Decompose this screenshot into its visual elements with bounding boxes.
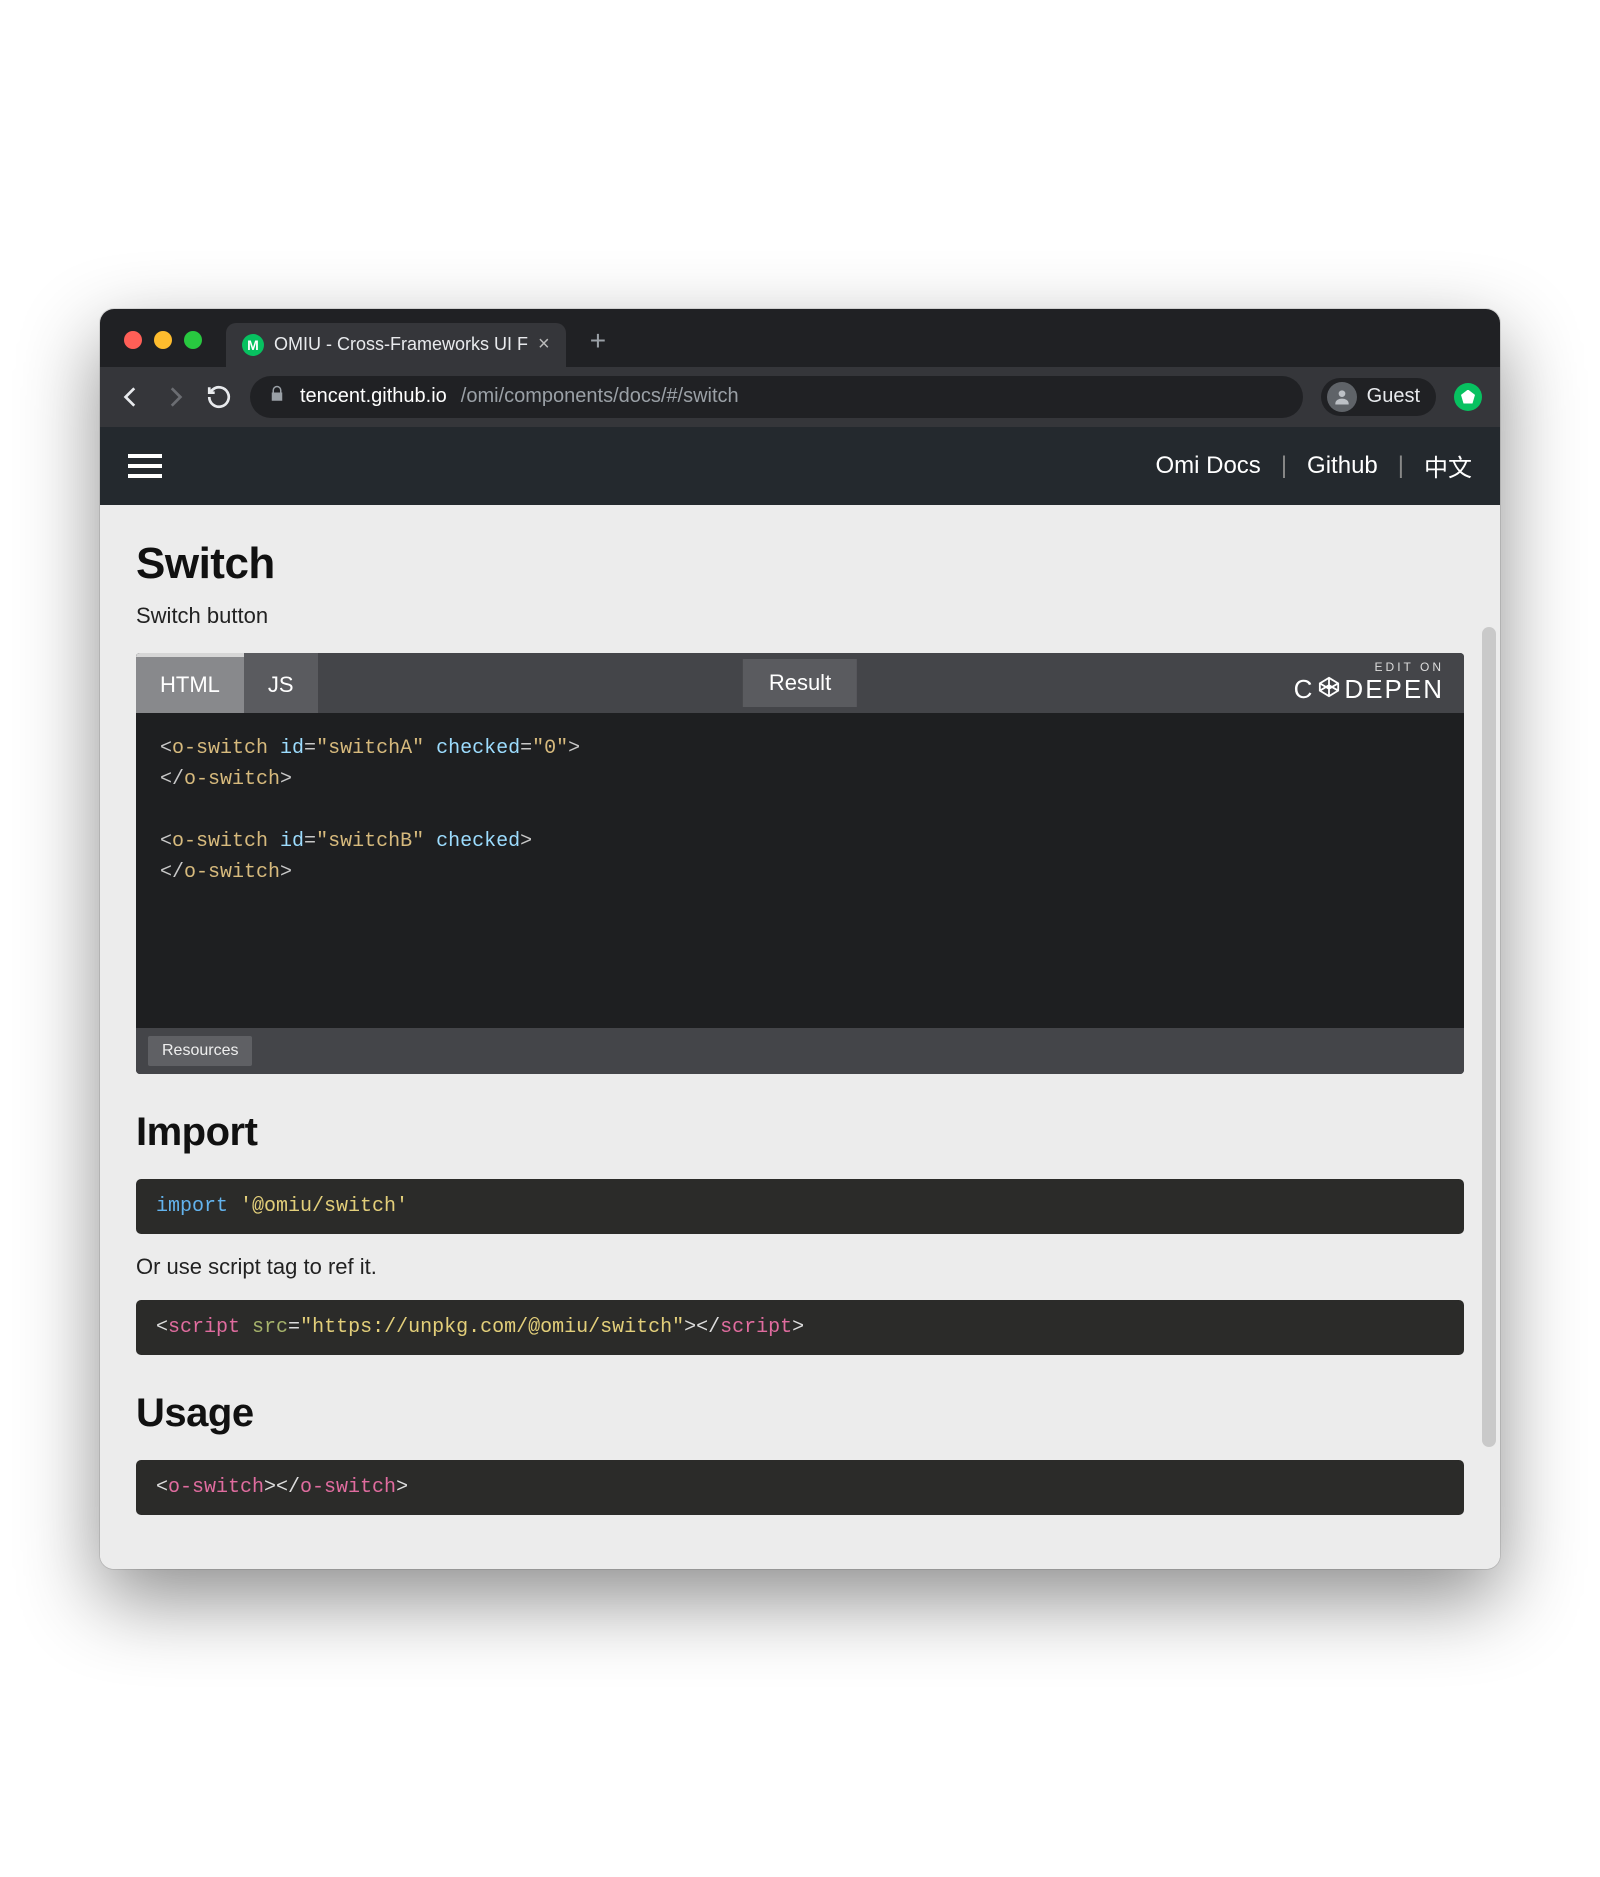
profile-label: Guest	[1367, 385, 1420, 408]
close-tab-icon[interactable]: ×	[538, 333, 550, 356]
avatar-icon	[1327, 382, 1357, 412]
url-input[interactable]: tencent.github.io/omi/components/docs/#/…	[250, 376, 1303, 418]
codepen-footer: Resources	[136, 1028, 1464, 1074]
close-window-icon[interactable]	[124, 331, 142, 349]
import-code: import '@omiu/switch'	[136, 1179, 1464, 1234]
tab-result[interactable]: Result	[743, 659, 857, 707]
edit-on-codepen[interactable]: EDIT ON CDEPEN	[1294, 653, 1464, 713]
link-chinese[interactable]: 中文	[1424, 448, 1472, 483]
site-header: Omi Docs | Github | 中文	[100, 427, 1500, 505]
extension-icon[interactable]	[1454, 383, 1482, 411]
maximize-window-icon[interactable]	[184, 331, 202, 349]
favicon-icon: M	[242, 334, 264, 356]
lock-icon	[268, 385, 286, 409]
page-subtitle: Switch button	[136, 603, 1464, 629]
page-content: Switch Switch button HTML JS Result EDIT…	[100, 505, 1500, 1569]
new-tab-button[interactable]: +	[580, 325, 616, 367]
or-text: Or use script tag to ref it.	[136, 1254, 1464, 1280]
codepen-logo: CDEPEN	[1294, 674, 1444, 705]
back-button[interactable]	[118, 384, 144, 410]
forward-button[interactable]	[162, 384, 188, 410]
usage-code: <o-switch></o-switch>	[136, 1460, 1464, 1515]
reload-button[interactable]	[206, 384, 232, 410]
page-viewport: Omi Docs | Github | 中文 Switch Switch but…	[100, 427, 1500, 1569]
browser-tabbar: M OMIU - Cross-Frameworks UI F × +	[100, 309, 1500, 367]
url-path: /omi/components/docs/#/switch	[461, 385, 739, 408]
tab-title: OMIU - Cross-Frameworks UI F	[274, 334, 528, 355]
window-controls	[114, 331, 212, 367]
link-github[interactable]: Github	[1307, 452, 1378, 480]
header-links: Omi Docs | Github | 中文	[1155, 448, 1472, 483]
minimize-window-icon[interactable]	[154, 331, 172, 349]
profile-button[interactable]: Guest	[1321, 378, 1436, 416]
link-omi-docs[interactable]: Omi Docs	[1155, 452, 1260, 480]
import-heading: Import	[136, 1110, 1464, 1155]
tab-js[interactable]: JS	[244, 653, 318, 713]
menu-icon[interactable]	[128, 454, 162, 478]
scrollbar[interactable]	[1482, 627, 1496, 1447]
script-code: <script src="https://unpkg.com/@omiu/swi…	[136, 1300, 1464, 1355]
page-title: Switch	[136, 539, 1464, 589]
codepen-code: <o-switch id="switchA" checked="0"> </o-…	[136, 713, 1464, 1028]
edit-on-label: EDIT ON	[1375, 660, 1444, 674]
usage-heading: Usage	[136, 1391, 1464, 1436]
browser-window: M OMIU - Cross-Frameworks UI F × + tence…	[100, 309, 1500, 1569]
divider: |	[1398, 452, 1404, 480]
browser-tab[interactable]: M OMIU - Cross-Frameworks UI F ×	[226, 323, 566, 367]
browser-address-bar: tencent.github.io/omi/components/docs/#/…	[100, 367, 1500, 427]
resources-button[interactable]: Resources	[148, 1036, 252, 1066]
tab-html[interactable]: HTML	[136, 653, 244, 713]
url-host: tencent.github.io	[300, 385, 447, 408]
codepen-embed: HTML JS Result EDIT ON CDEPEN <o-switch …	[136, 653, 1464, 1074]
cube-icon	[1318, 674, 1340, 705]
codepen-tabs: HTML JS Result EDIT ON CDEPEN	[136, 653, 1464, 713]
divider: |	[1281, 452, 1287, 480]
